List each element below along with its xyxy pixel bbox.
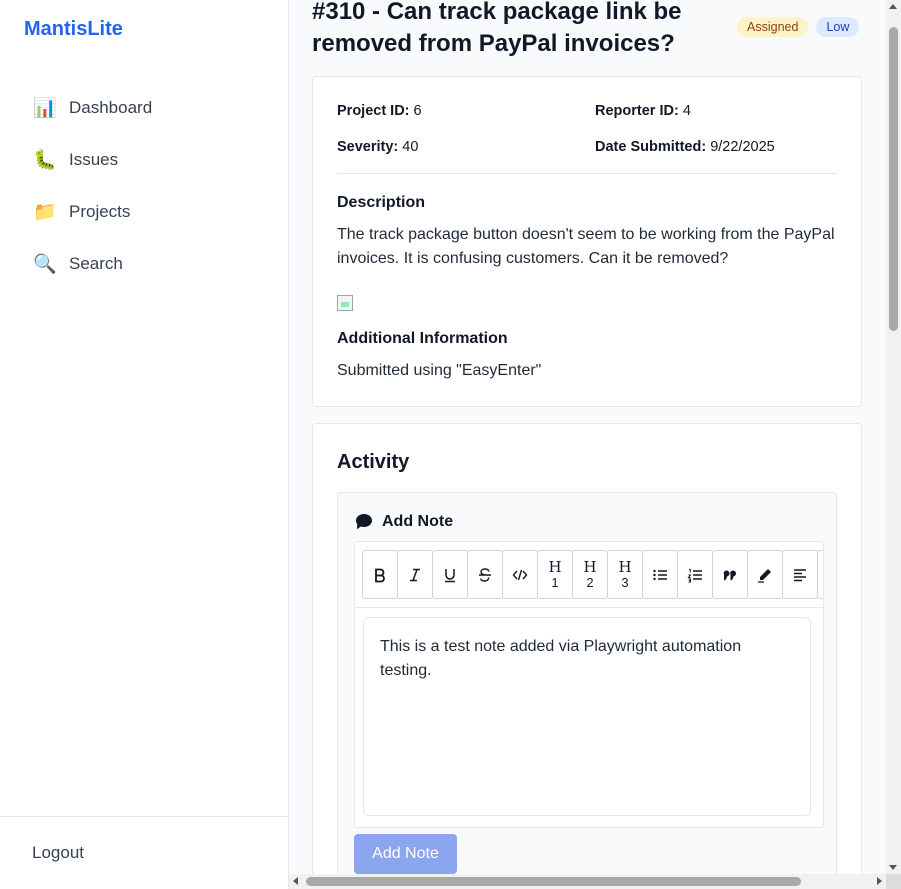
heading-2-glyph: H xyxy=(583,557,597,576)
reporter-id-field: Reporter ID: 4 xyxy=(595,103,691,119)
scrollbar-corner xyxy=(886,874,901,889)
code-icon xyxy=(512,569,528,580)
italic-button[interactable] xyxy=(397,550,433,599)
blockquote-button[interactable] xyxy=(712,550,748,599)
scroll-left-arrow-icon[interactable] xyxy=(293,877,298,885)
vertical-scrollbar[interactable] xyxy=(886,0,901,874)
issue-title: #310 - Can track package link be removed… xyxy=(312,0,682,57)
date-submitted-field: Date Submitted: 9/22/2025 xyxy=(595,139,775,155)
underline-icon xyxy=(445,568,455,582)
activity-heading: Activity xyxy=(337,451,410,473)
magnifier-icon: 🔍 xyxy=(33,253,57,275)
sidebar-item-label: Dashboard xyxy=(69,98,153,117)
scroll-right-arrow-icon[interactable] xyxy=(877,877,882,885)
description-text: The track package button doesn't seem to… xyxy=(337,226,835,267)
quote-icon xyxy=(723,570,736,580)
bug-icon: 🐛 xyxy=(33,149,57,171)
bullet-list-icon xyxy=(653,569,667,580)
highlight-button[interactable] xyxy=(747,550,783,599)
code-button[interactable] xyxy=(502,550,538,599)
strikethrough-icon xyxy=(479,567,491,582)
folder-icon: 📁 xyxy=(33,201,57,223)
divider xyxy=(337,173,837,174)
heading-2-level: 2 xyxy=(586,574,594,590)
issue-details-card: Project ID: 6 Reporter ID: 4 Severity: 4… xyxy=(312,76,862,407)
horizontal-scroll-thumb[interactable] xyxy=(306,877,801,886)
logout-link[interactable]: Logout xyxy=(32,843,84,863)
project-id-label: Project ID: xyxy=(337,103,410,119)
chat-bubble-icon xyxy=(355,514,373,530)
heading-2-button[interactable]: H 2 xyxy=(572,550,608,599)
scroll-down-arrow-icon[interactable] xyxy=(889,865,897,870)
heading-1-glyph: H xyxy=(548,557,562,576)
project-id-field: Project ID: 6 xyxy=(337,103,422,119)
underline-button[interactable] xyxy=(432,550,468,599)
sidebar-item-search[interactable]: 🔍 Search xyxy=(16,238,272,290)
sidebar-item-issues[interactable]: 🐛 Issues xyxy=(16,134,272,186)
reporter-id-label: Reporter ID: xyxy=(595,103,679,119)
add-note-header: Add Note xyxy=(355,513,453,531)
heading-1-level: 1 xyxy=(551,574,559,590)
sidebar: MantisLite 📊 Dashboard 🐛 Issues 📁 Projec… xyxy=(0,0,289,889)
description-heading: Description xyxy=(337,194,426,211)
main-content: #310 - Can track package link be removed… xyxy=(289,0,886,874)
add-note-panel: Add Note H 1 H 2 H 3 This is a test note… xyxy=(337,492,837,874)
sidebar-footer: Logout xyxy=(0,816,288,889)
add-note-heading: Add Note xyxy=(382,513,454,530)
project-id-value: 6 xyxy=(413,103,422,119)
ordered-list-button[interactable] xyxy=(677,550,713,599)
sidebar-nav: 📊 Dashboard 🐛 Issues 📁 Projects 🔍 Search xyxy=(16,82,272,290)
bullet-list-button[interactable] xyxy=(642,550,678,599)
sidebar-item-dashboard[interactable]: 📊 Dashboard xyxy=(16,82,272,134)
align-left-button[interactable] xyxy=(782,550,818,599)
sidebar-item-label: Projects xyxy=(69,202,131,221)
scroll-up-arrow-icon[interactable] xyxy=(889,4,897,9)
bar-chart-icon: 📊 xyxy=(33,97,57,119)
severity-field: Severity: 40 xyxy=(337,139,418,155)
note-text-area[interactable]: This is a test note added via Playwright… xyxy=(363,617,811,816)
heading-3-button[interactable]: H 3 xyxy=(607,550,643,599)
activity-card: Activity Add Note H 1 H 2 H 3 This is a … xyxy=(312,423,862,874)
ordered-list-icon xyxy=(687,568,702,582)
editor-toolbar: H 1 H 2 H 3 xyxy=(362,550,823,599)
sidebar-item-projects[interactable]: 📁 Projects xyxy=(16,186,272,238)
align-center-button[interactable] xyxy=(817,550,823,599)
sidebar-item-label: Issues xyxy=(69,150,119,169)
brand-logo[interactable]: MantisLite xyxy=(24,18,123,41)
sidebar-item-label: Search xyxy=(69,254,123,273)
date-submitted-label: Date Submitted: xyxy=(595,139,707,155)
status-badge: Assigned xyxy=(737,17,809,37)
horizontal-scrollbar[interactable] xyxy=(289,874,886,889)
vertical-scroll-thumb[interactable] xyxy=(889,27,898,331)
strikethrough-button[interactable] xyxy=(467,550,503,599)
heading-3-glyph: H xyxy=(618,557,632,576)
add-note-button[interactable]: Add Note xyxy=(354,834,457,874)
additional-info-text: Submitted using "EasyEnter" xyxy=(337,362,542,379)
bold-icon xyxy=(375,568,385,582)
severity-label: Severity: xyxy=(337,139,399,155)
highlighter-icon xyxy=(758,568,771,583)
heading-3-level: 3 xyxy=(621,574,629,590)
severity-value: 40 xyxy=(402,139,419,155)
bold-button[interactable] xyxy=(362,550,398,599)
broken-image-icon xyxy=(337,295,353,311)
align-left-icon xyxy=(794,568,806,581)
reporter-id-value: 4 xyxy=(682,103,691,119)
priority-badge: Low xyxy=(816,17,860,37)
italic-icon xyxy=(410,568,420,581)
toolbar-divider xyxy=(355,607,823,608)
additional-info-heading: Additional Information xyxy=(337,330,508,347)
issue-badges: Assigned Low xyxy=(737,17,860,37)
rich-text-editor: H 1 H 2 H 3 This is a test note added vi… xyxy=(354,541,824,828)
heading-1-button[interactable]: H 1 xyxy=(537,550,573,599)
date-submitted-value: 9/22/2025 xyxy=(710,139,775,155)
